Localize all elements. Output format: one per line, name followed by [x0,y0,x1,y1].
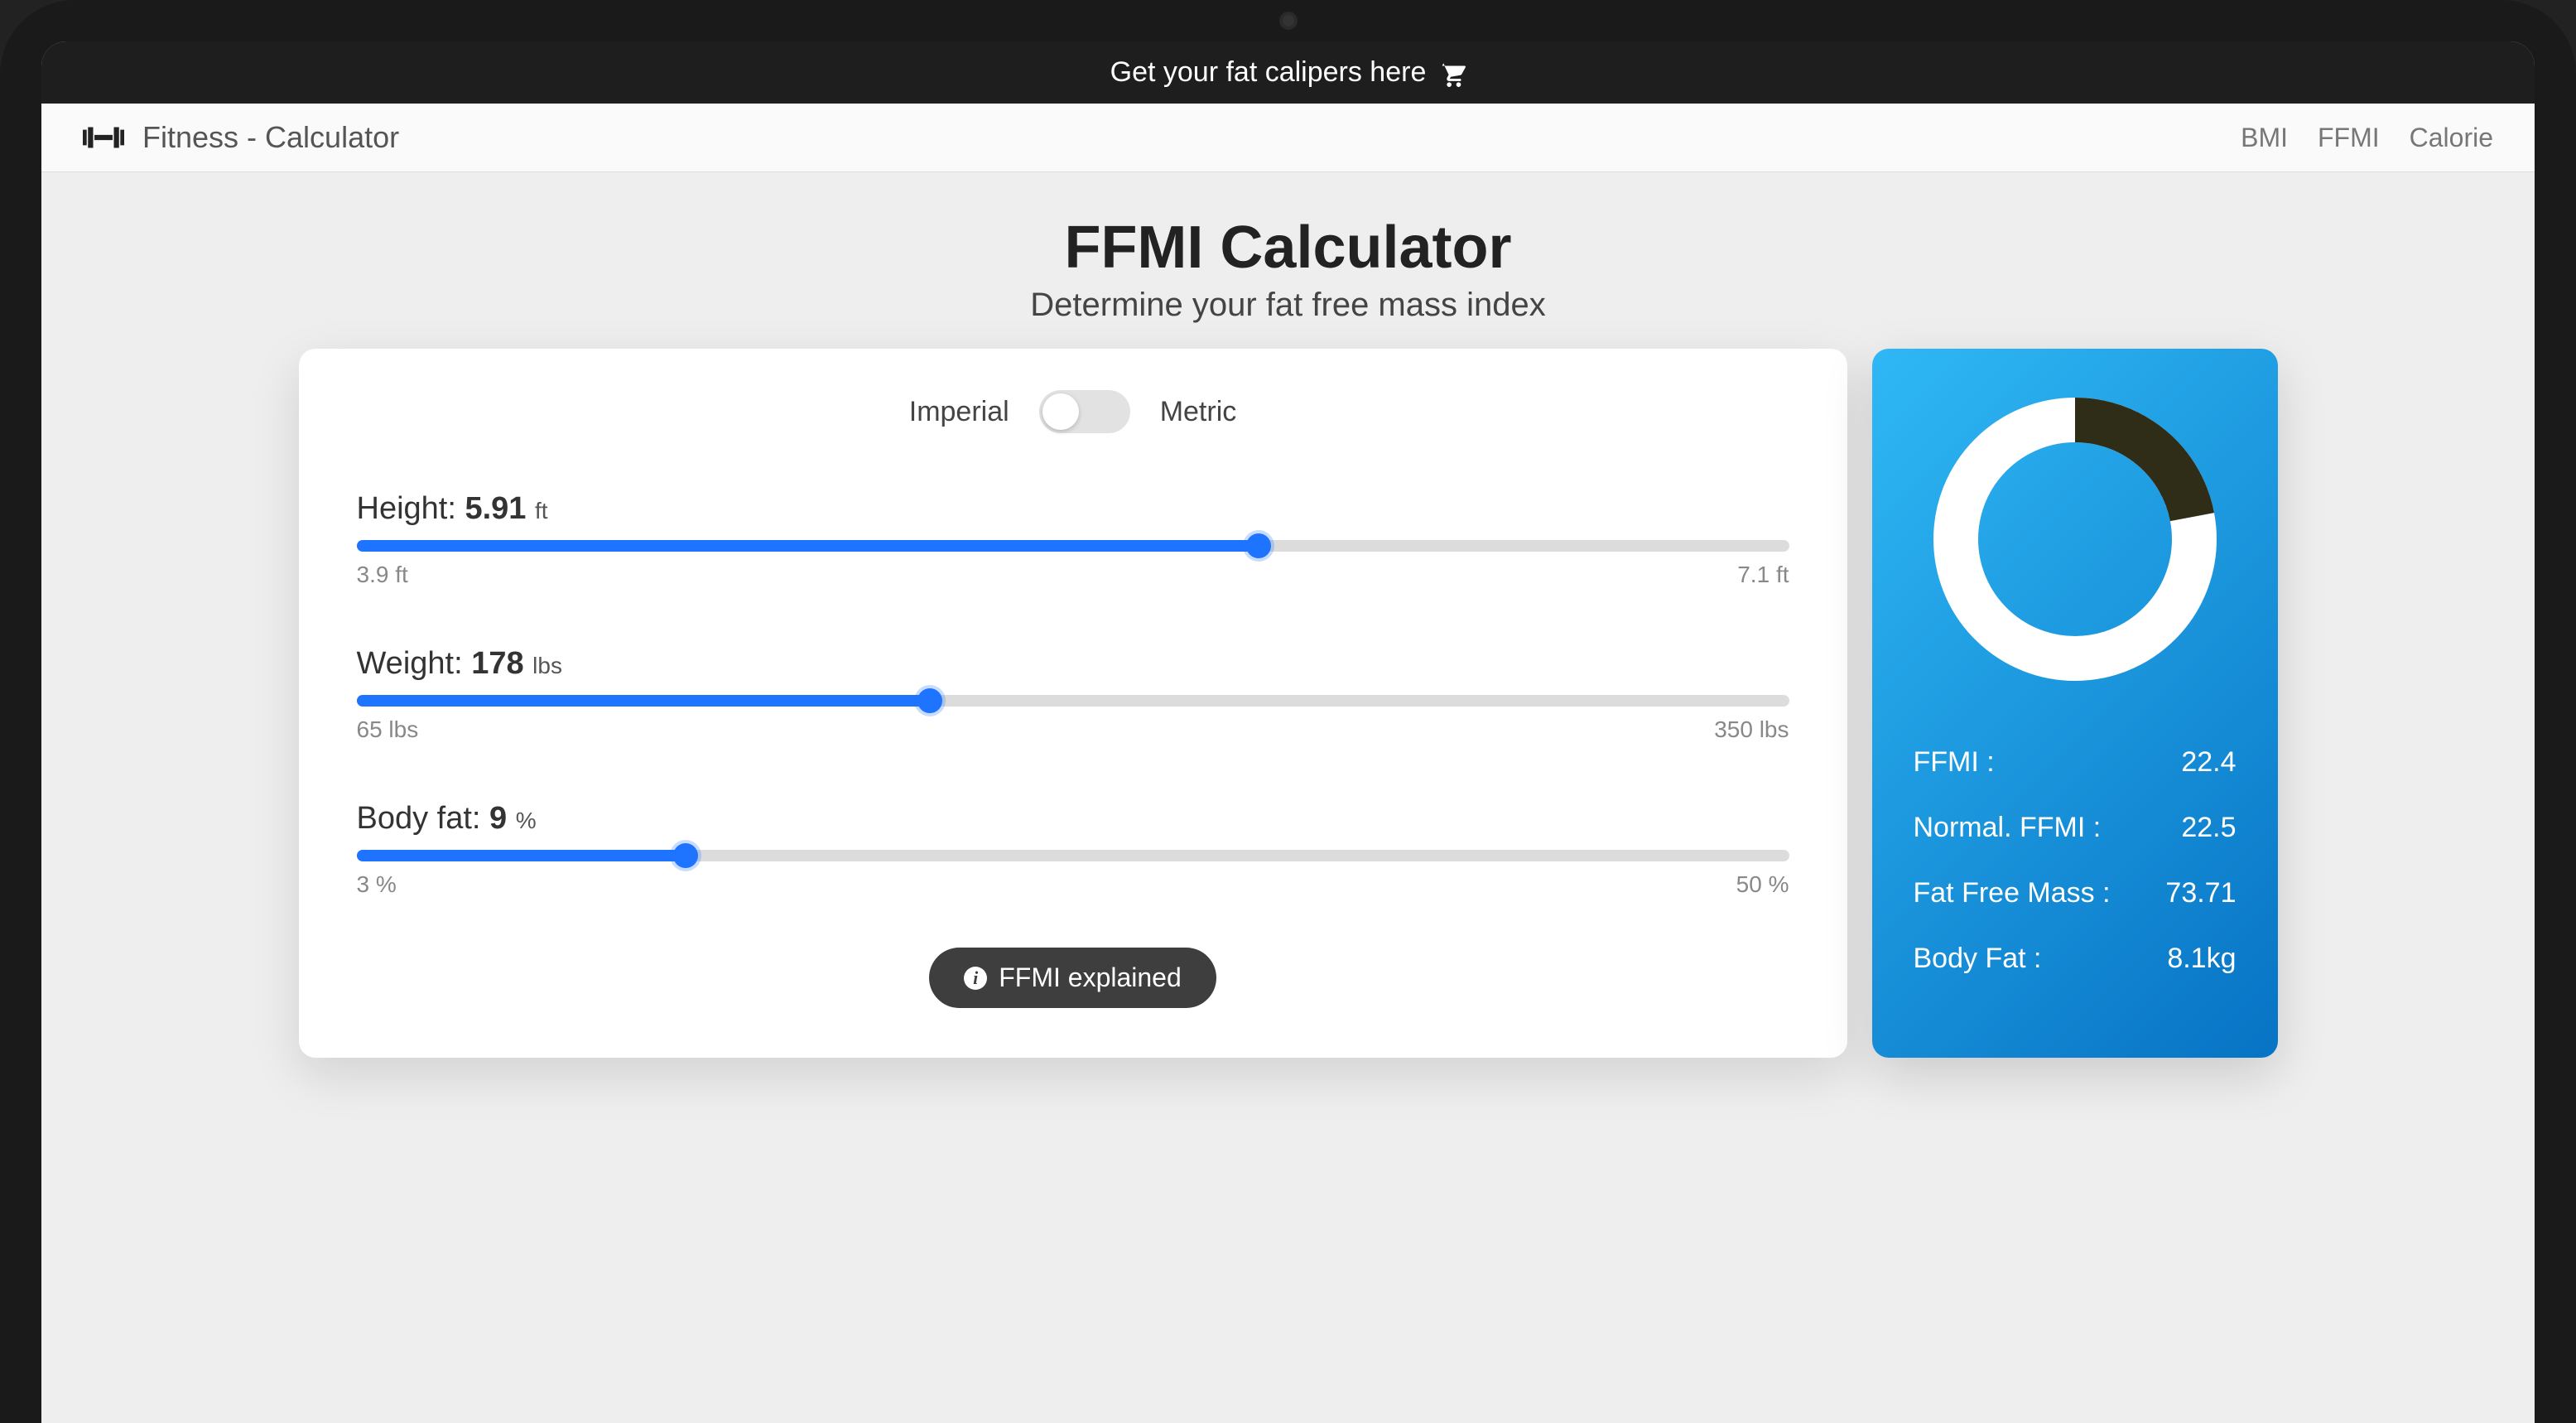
height-unit: ft [535,498,548,523]
bodyfat-thumb[interactable] [673,843,698,868]
bodyfat-min: 3 % [357,871,397,898]
cart-icon [1437,59,1466,87]
weight-slider-group: Weight: 178 lbs 65 lbs 350 lbs [357,646,1789,743]
explain-label: FFMI explained [999,962,1182,993]
promo-text: Get your fat calipers here [1110,56,1427,89]
bodyfat-label: Body fat: [357,801,481,836]
height-slider-group: Height: 5.91 ft 3.9 ft 7.1 ft [357,491,1789,588]
weight-unit: lbs [532,653,562,678]
navbar: Fitness - Calculator BMI FFMI Calorie [41,104,2535,172]
result-normffmi-value: 22.5 [2181,812,2236,844]
unit-metric-label[interactable]: Metric [1160,396,1237,428]
result-normffmi-label: Normal. FFMI : [1914,812,2102,844]
weight-thumb[interactable] [917,688,942,713]
brand-label: Fitness - Calculator [142,120,399,155]
result-ffm-label: Fat Free Mass : [1914,877,2111,909]
nav-link-ffmi[interactable]: FFMI [2318,123,2380,153]
weight-value: 178 [471,646,523,681]
bodyfat-value: 9 [489,801,507,836]
results-donut [1926,390,2224,688]
nav-link-bmi[interactable]: BMI [2241,123,2288,153]
bodyfat-max: 50 % [1736,871,1789,898]
info-icon: i [964,967,987,990]
result-ffm-value: 73.71 [2165,877,2236,909]
unit-imperial-label[interactable]: Imperial [909,396,1009,428]
weight-slider[interactable] [357,695,1789,707]
bodyfat-slider[interactable] [357,850,1789,861]
height-max: 7.1 ft [1737,562,1789,588]
weight-max: 350 lbs [1714,716,1789,743]
bodyfat-unit: % [516,808,537,833]
weight-min: 65 lbs [357,716,419,743]
height-thumb[interactable] [1246,533,1271,558]
result-ffmi-label: FFMI : [1914,746,1995,779]
height-value: 5.91 [465,491,526,526]
hero: FFMI Calculator Determine your fat free … [41,172,2535,349]
ffmi-explained-button[interactable]: i FFMI explained [929,948,1216,1008]
toggle-knob [1042,393,1079,430]
height-slider[interactable] [357,540,1789,552]
height-min: 3.9 ft [357,562,408,588]
camera-dot [1283,15,1294,27]
dumbbell-icon [83,123,124,152]
result-ffmi-value: 22.4 [2181,746,2236,779]
weight-label: Weight: [357,646,463,681]
result-bodyfat-label: Body Fat : [1914,943,2042,975]
brand[interactable]: Fitness - Calculator [83,120,399,155]
result-bodyfat-value: 8.1kg [2167,943,2236,975]
height-label: Height: [357,491,456,526]
unit-toggle[interactable] [1039,390,1130,433]
promo-bar[interactable]: Get your fat calipers here [41,41,2535,104]
page-subtitle: Determine your fat free mass index [41,287,2535,324]
bodyfat-slider-group: Body fat: 9 % 3 % 50 % [357,801,1789,898]
nav-link-calorie[interactable]: Calorie [2410,123,2493,153]
results-card: FFMI : 22.4 Normal. FFMI : 22.5 Fat Free… [1872,349,2278,1058]
input-card: Imperial Metric Height: 5.91 ft [299,349,1847,1058]
page-title: FFMI Calculator [41,214,2535,282]
